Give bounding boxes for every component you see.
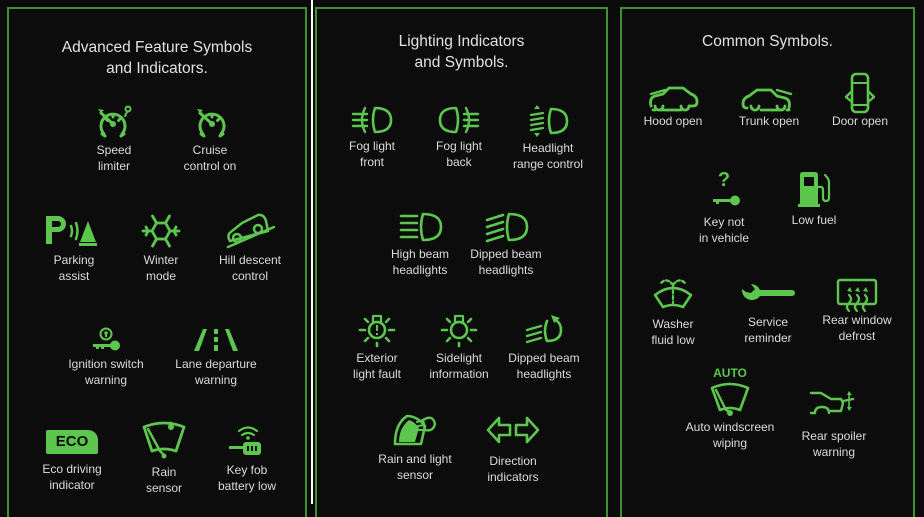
label-line: Rear spoiler [801,429,867,443]
auto-wiping-icon [710,382,750,416]
symbol-label: Cruise control on [150,143,270,174]
headlight-range-icon [529,105,569,137]
label-line: warning [194,372,238,387]
symbol-auto-wiping: AUTO Auto windscreen wiping [670,366,790,451]
label-line: Key fob [226,463,268,477]
label-line: range control [512,156,584,171]
symbol-lane-departure: Lane departure warning [156,327,276,388]
symbol-label: Dipped beam headlights [484,351,604,382]
label-line: defrost [838,328,876,343]
panel-common-symbols: Common Symbols. Hood open Trunk open Doo… [620,7,915,517]
label-line: headlights [516,366,572,381]
symbol-label: Rear window defrost [797,313,917,344]
label-line: Door open [831,114,889,128]
symbol-low-fuel: Low fuel [754,171,874,229]
symbol-label: Ignition switch warning [46,357,166,388]
dipped-beam-adaptive-icon [525,315,563,344]
auto-label: AUTO [713,366,747,380]
symbol-cruise-control: Cruise control on [150,105,270,174]
key-icon [713,195,740,206]
label-line: Dipped beam [508,351,580,365]
label-line: Headlight [522,141,574,155]
symbol-label: Key fob battery low [187,463,307,494]
symbol-label: Auto windscreen wiping [670,420,790,451]
symbol-label: Direction indicators [453,454,573,485]
symbol-dipped-beam-adaptive: Dipped beam headlights [484,311,604,382]
label-line: warning [812,444,856,459]
eco-driving-icon: ECO [46,430,98,454]
symbol-key-fob-battery: Key fob battery low [187,423,307,494]
symbol-label: Door open [800,114,920,130]
key-fob-battery-icon [229,426,261,455]
ignition-switch-icon [93,327,120,351]
rain-sensor-icon [142,421,186,459]
label-line: wiping [712,435,748,450]
direction-indicators-icon [486,416,540,444]
panel-advanced-features: Advanced Feature Symbols and Indicators.… [7,7,307,517]
label-line: Hill descent [218,253,282,267]
cruise-control-icon [197,109,226,138]
service-reminder-icon [741,284,795,301]
symbol-label: Rear spoiler warning [774,429,894,460]
label-line: warning [84,372,128,387]
rear-window-defrost-icon [836,278,878,313]
label-line: in vehicle [698,230,750,245]
label-line: control on [183,158,237,173]
fog-light-front-icon [351,106,393,134]
symbol-label: Headlight range control [488,141,608,172]
title-line: Lighting Indicators [398,33,525,50]
rain-light-sensor-icon [393,414,437,446]
label-line: battery low [217,478,277,493]
label-line: Auto windscreen [685,420,775,434]
label-line: Ignition switch [68,357,144,371]
symbol-label: Dipped beam headlights [446,247,566,278]
label-line: Cruise [192,143,228,157]
door-open-icon [844,72,876,114]
symbol-dipped-beam: Dipped beam headlights [446,211,566,278]
panel-lighting: Lighting Indicators and Symbols. Fog lig… [315,7,608,517]
fog-light-back-icon [438,106,480,134]
symbol-label: Hill descent control [190,253,310,284]
symbol-direction-indicators: Direction indicators [453,414,573,485]
parking-assist-icon [46,216,97,246]
exterior-light-fault-icon [358,314,396,348]
panel-title: Common Symbols. [622,31,913,52]
symbol-door-open: Door open [800,71,920,130]
symbol-label: Lane departure warning [156,357,276,388]
symbol-hill-descent: Hill descent control [190,209,310,284]
panel-title: Advanced Feature Symbols and Indicators. [9,37,305,79]
label-line: control [231,268,269,283]
label-line: indicators [487,469,539,484]
title-line: and Symbols. [414,54,509,71]
title-line: Advanced Feature Symbols [61,39,253,56]
title-line: and Indicators. [106,60,208,77]
symbol-rear-window-defrost: Rear window defrost [797,277,917,344]
panel-seam [311,0,313,504]
label-line: Low fuel [791,213,837,227]
symbol-rear-spoiler: Rear spoiler warning [774,389,894,460]
label-line: Dipped beam [470,247,542,261]
sidelight-icon [440,314,478,348]
rear-spoiler-icon [809,391,855,415]
dipped-beam-icon [485,212,529,243]
washer-fluid-icon [653,279,693,309]
title-line: Common Symbols. [702,33,833,50]
high-beam-icon [399,212,443,242]
low-fuel-icon [798,172,831,207]
symbol-label: Low fuel [754,213,874,229]
hill-descent-icon [226,213,276,249]
label-line: headlights [478,262,534,277]
symbol-ignition-switch: Ignition switch warning [46,327,166,388]
label-line: Lane departure [175,357,257,371]
panel-title: Lighting Indicators and Symbols. [317,31,606,73]
winter-mode-icon [141,214,181,248]
label-line: Rear window [822,313,892,327]
label-line: Direction [489,454,537,468]
symbol-headlight-range: Headlight range control [488,105,608,172]
speed-limiter-icon [98,105,132,138]
lane-departure-icon [194,329,238,351]
